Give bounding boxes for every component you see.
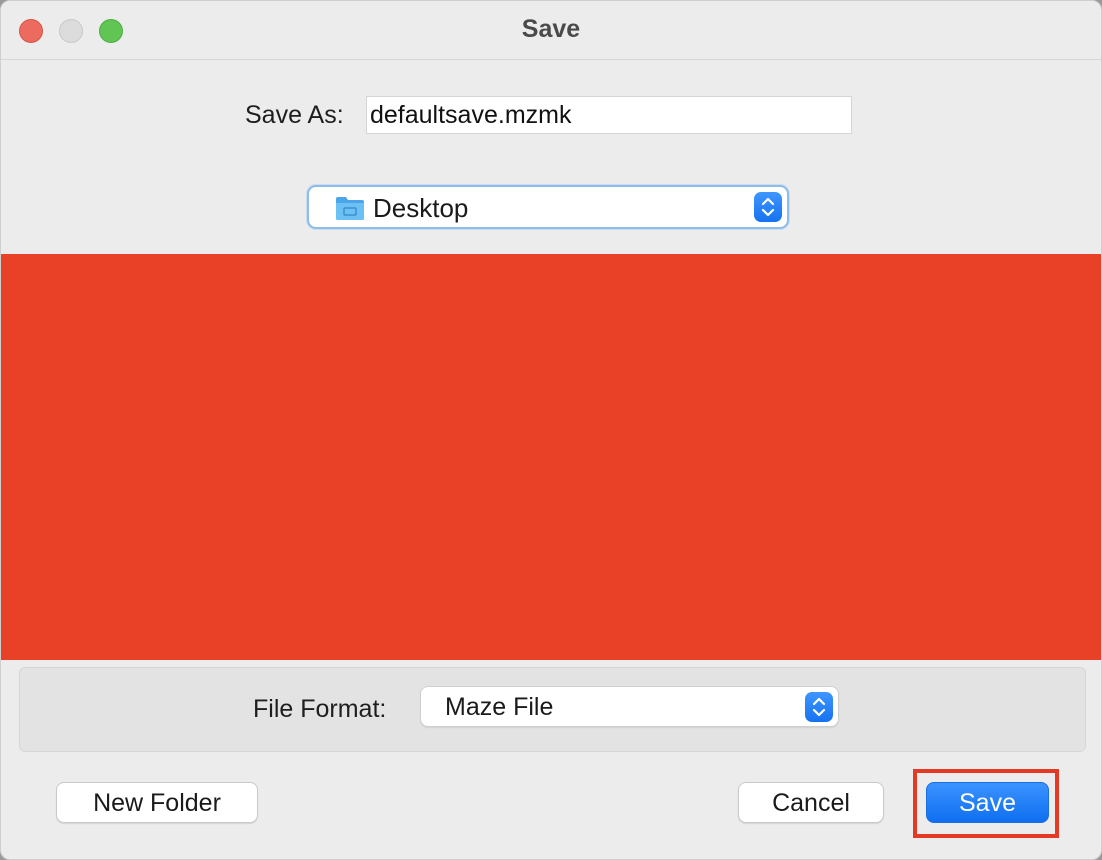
file-format-stepper[interactable] [805, 692, 833, 722]
title-bar: Save [1, 1, 1101, 60]
cancel-button[interactable]: Cancel [738, 782, 884, 823]
folder-icon [336, 197, 364, 220]
file-format-value: Maze File [445, 693, 554, 721]
location-stepper[interactable] [754, 192, 782, 222]
location-value: Desktop [373, 193, 469, 223]
save-button[interactable]: Save [926, 782, 1049, 823]
location-dropdown[interactable]: Desktop [307, 185, 789, 229]
window-title: Save [521, 15, 581, 43]
file-format-label: File Format: [253, 695, 387, 723]
new-folder-button[interactable]: New Folder [56, 782, 258, 823]
chevron-up-down-icon [812, 697, 826, 717]
chevron-up-down-icon [761, 197, 775, 217]
save-dialog: Save Save As: Desktop File Format: Maze … [0, 0, 1102, 860]
save-as-input[interactable] [366, 96, 852, 134]
save-as-label: Save As: [245, 101, 344, 129]
file-format-dropdown[interactable]: Maze File [420, 686, 839, 727]
file-browser-area [1, 254, 1101, 660]
